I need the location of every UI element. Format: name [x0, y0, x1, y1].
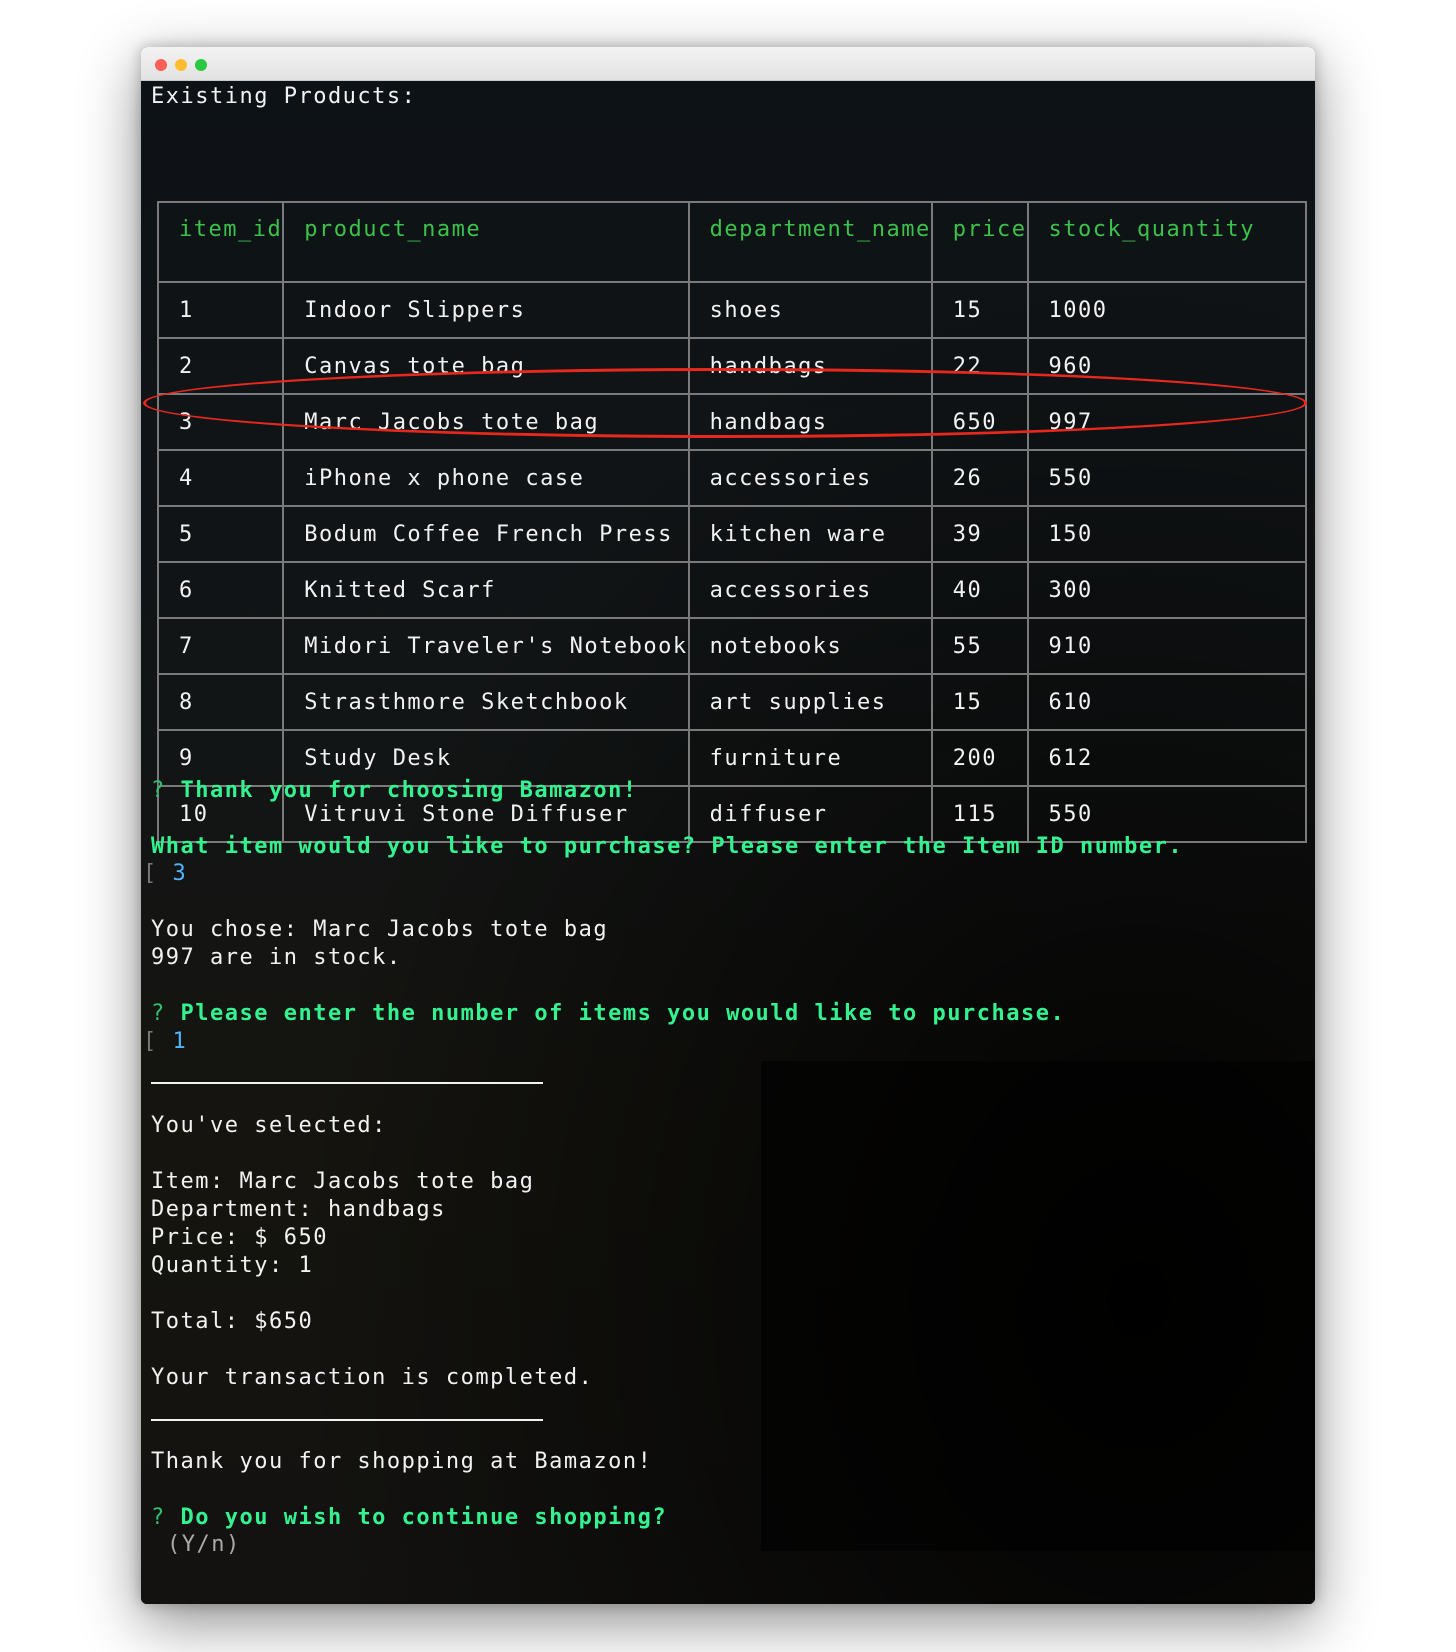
table-cell: Canvas tote bag: [282, 337, 690, 395]
close-button[interactable]: [155, 59, 167, 71]
table-cell: Knitted Scarf: [282, 561, 690, 619]
table-row: 5 Bodum Coffee French Press kitchen ware 39…: [156, 505, 1308, 563]
column-header: product_name: [282, 201, 690, 283]
prompt-item-id: What item would you like to purchase? Pl…: [151, 834, 1184, 859]
table-cell: 15: [930, 673, 1029, 731]
table-cell: furniture: [687, 729, 933, 787]
zoom-button[interactable]: [195, 59, 207, 71]
prompt-continue: ? Do you wish to continue shopping?: [151, 1505, 668, 1530]
table-cell: 910: [1026, 617, 1308, 675]
table-cell: 22: [930, 337, 1029, 395]
table-cell: accessories: [687, 561, 933, 619]
table-cell: 5: [156, 505, 285, 563]
table-cell: kitchen ware: [687, 505, 933, 563]
summary-heading: You've selected:: [151, 1113, 387, 1138]
terminal-window: Existing Products: item_id product_name …: [141, 47, 1315, 1604]
table-cell: Marc Jacobs tote bag: [282, 393, 690, 451]
products-table: item_id product_name department_name pri…: [156, 201, 1308, 843]
background-shadow: [761, 1061, 1315, 1551]
table-cell: 610: [1026, 673, 1308, 731]
table-cell: 26: [930, 449, 1029, 507]
table-cell: 150: [1026, 505, 1308, 563]
table-row: 2 Canvas tote bag handbags 22 960: [156, 337, 1308, 395]
summary-quantity: Quantity: 1: [151, 1253, 314, 1278]
column-header: department_name: [687, 201, 933, 283]
answer-quantity: [ 1: [143, 1029, 188, 1054]
table-cell: 15: [930, 281, 1029, 339]
table-row: 1 Indoor Slippers shoes 15 1000: [156, 281, 1308, 339]
table-cell: 550: [1026, 449, 1308, 507]
title-bar: [141, 47, 1315, 81]
chosen-item-text: You chose: Marc Jacobs tote bag: [151, 917, 609, 942]
table-row: 7 Midori Traveler's Notebook notebooks 55 91…: [156, 617, 1308, 675]
column-header: stock_quantity: [1026, 201, 1308, 283]
summary-department: Department: handbags: [151, 1197, 446, 1222]
table-cell: 960: [1026, 337, 1308, 395]
thanks-text: Thank you for shopping at Bamazon!: [151, 1449, 653, 1474]
column-header: item_id: [156, 201, 285, 283]
table-cell: Midori Traveler's Notebook: [282, 617, 690, 675]
transaction-completed: Your transaction is completed.: [151, 1365, 594, 1390]
table-row: 8 Strasthmore Sketchbook art supplies 15 610: [156, 673, 1308, 731]
table-cell: 612: [1026, 729, 1308, 787]
table-cell: 2: [156, 337, 285, 395]
table-cell: 7: [156, 617, 285, 675]
answer-item-id: [ 3: [143, 861, 188, 886]
table-cell: handbags: [687, 393, 933, 451]
table-cell: art supplies: [687, 673, 933, 731]
table-cell: Indoor Slippers: [282, 281, 690, 339]
table-cell: 39: [930, 505, 1029, 563]
table-row: 4 iPhone x phone case accessories 26 550: [156, 449, 1308, 507]
table-row: 3 Marc Jacobs tote bag handbags 650 997: [156, 393, 1308, 451]
table-cell: notebooks: [687, 617, 933, 675]
summary-item: Item: Marc Jacobs tote bag: [151, 1169, 535, 1194]
table-cell: 997: [1026, 393, 1308, 451]
stock-text: 997 are in stock.: [151, 945, 402, 970]
table-cell: Bodum Coffee French Press: [282, 505, 690, 563]
table-row: 6 Knitted Scarf accessories 40 300: [156, 561, 1308, 619]
table-cell: iPhone x phone case: [282, 449, 690, 507]
table-cell: 1: [156, 281, 285, 339]
table-cell: handbags: [687, 337, 933, 395]
table-cell: 8: [156, 673, 285, 731]
prompt-quantity: ? Please enter the number of items you w…: [151, 1001, 1066, 1026]
terminal-output[interactable]: Existing Products: item_id product_name …: [141, 81, 1315, 1604]
column-header: price: [930, 201, 1029, 283]
table-cell: 55: [930, 617, 1029, 675]
prompt-thank-you: ? Thank you for choosing Bamazon!: [151, 778, 638, 803]
table-cell: 200: [930, 729, 1029, 787]
table-cell: 4: [156, 449, 285, 507]
table-cell: 1000: [1026, 281, 1308, 339]
table-cell: 650: [930, 393, 1029, 451]
table-cell: 3: [156, 393, 285, 451]
summary-total: Total: $650: [151, 1309, 314, 1334]
table-cell: 6: [156, 561, 285, 619]
table-cell: Strasthmore Sketchbook: [282, 673, 690, 731]
minimize-button[interactable]: [175, 59, 187, 71]
continue-hint[interactable]: (Y/n): [167, 1531, 241, 1559]
summary-price: Price: $ 650: [151, 1225, 328, 1250]
table-header-row: item_id product_name department_name pri…: [156, 201, 1308, 283]
table-cell: 300: [1026, 561, 1308, 619]
table-cell: shoes: [687, 281, 933, 339]
separator-line: [151, 1082, 543, 1084]
existing-products-header: Existing Products:: [151, 84, 417, 109]
table-cell: accessories: [687, 449, 933, 507]
separator-line: [151, 1419, 543, 1421]
table-cell: 40: [930, 561, 1029, 619]
